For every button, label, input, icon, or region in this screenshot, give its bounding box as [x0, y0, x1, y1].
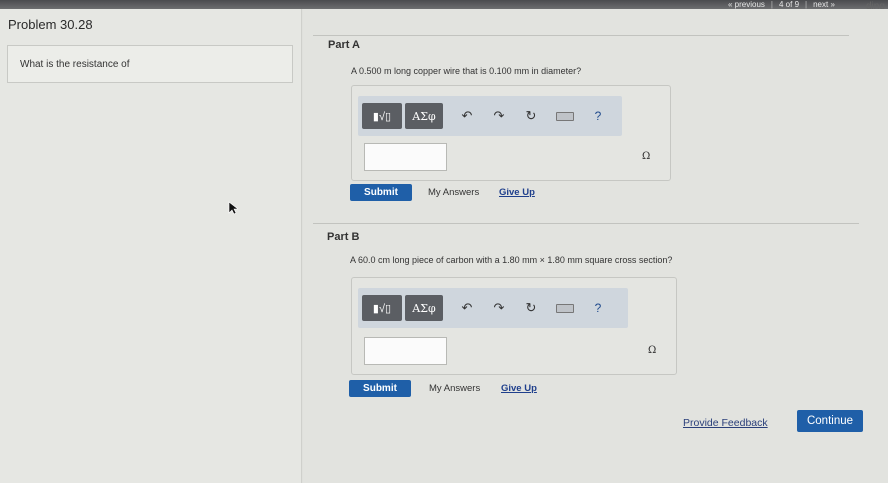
templates-button[interactable]: ▮√▯ — [362, 103, 402, 129]
part-a-my-answers-link[interactable]: My Answers — [428, 187, 479, 198]
problem-panel: Problem 30.28 What is the resistance of — [0, 9, 302, 483]
continue-button[interactable]: Continue — [797, 410, 863, 432]
keyboard-icon[interactable] — [547, 103, 583, 129]
help-icon[interactable]: ? — [583, 295, 613, 321]
problem-title: Problem 30.28 — [8, 17, 93, 32]
part-b-unit: Ω — [648, 345, 657, 356]
divider — [313, 223, 859, 224]
reset-icon[interactable]: ↻ — [515, 103, 547, 129]
part-a-answer-box: ▮√▯ ΑΣφ ↶ ↷ ↻ ? Ω — [351, 85, 671, 181]
part-b-submit-button[interactable]: Submit — [349, 380, 411, 397]
part-a-question: A 0.500 m long copper wire that is 0.100… — [351, 66, 582, 76]
part-a-answer-input[interactable] — [364, 143, 447, 171]
reset-icon[interactable]: ↻ — [515, 295, 547, 321]
part-a-toolbar: ▮√▯ ΑΣφ ↶ ↷ ↻ ? — [358, 96, 622, 136]
part-a-submit-button[interactable]: Submit — [350, 184, 412, 201]
redo-icon[interactable]: ↷ — [483, 103, 515, 129]
part-b-answer-input[interactable] — [364, 337, 447, 365]
part-b-question: A 60.0 cm long piece of carbon with a 1.… — [350, 255, 673, 265]
parts-panel: Part A A 0.500 m long copper wire that i… — [303, 9, 888, 483]
undo-icon[interactable]: ↶ — [451, 103, 483, 129]
part-b-answer-box: ▮√▯ ΑΣφ ↶ ↷ ↻ ? Ω — [351, 277, 677, 375]
part-b-title: Part B — [327, 231, 360, 243]
greek-symbols-button[interactable]: ΑΣφ — [405, 103, 443, 129]
greek-symbols-button[interactable]: ΑΣφ — [405, 295, 443, 321]
keyboard-shape — [556, 303, 574, 313]
part-a-title: Part A — [328, 39, 360, 51]
problem-question: What is the resistance of — [7, 45, 293, 83]
undo-icon[interactable]: ↶ — [451, 295, 483, 321]
part-b-toolbar: ▮√▯ ΑΣφ ↶ ↷ ↻ ? — [358, 288, 628, 328]
part-a-unit: Ω — [642, 151, 651, 162]
help-icon[interactable]: ? — [583, 103, 613, 129]
templates-button[interactable]: ▮√▯ — [362, 295, 402, 321]
keyboard-icon[interactable] — [547, 295, 583, 321]
redo-icon[interactable]: ↷ — [483, 295, 515, 321]
divider — [313, 35, 849, 36]
part-a-give-up-link[interactable]: Give Up — [499, 187, 535, 198]
part-b-my-answers-link[interactable]: My Answers — [429, 383, 480, 394]
keyboard-shape — [556, 111, 574, 121]
part-b-give-up-link[interactable]: Give Up — [501, 383, 537, 394]
provide-feedback-link[interactable]: Provide Feedback — [683, 417, 768, 429]
mouse-cursor-icon — [228, 201, 238, 215]
